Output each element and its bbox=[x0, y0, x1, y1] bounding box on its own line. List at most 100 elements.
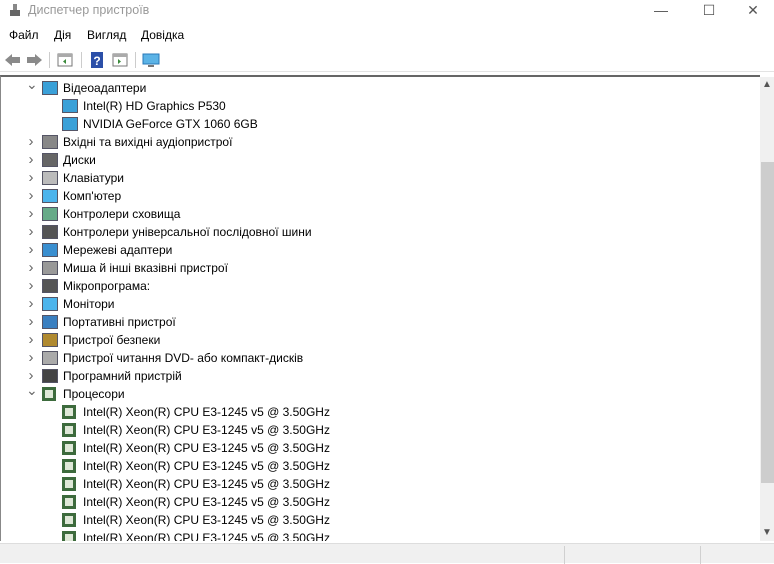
maximize-button[interactable]: ☐ bbox=[686, 0, 732, 22]
scroll-up-button[interactable]: ▲ bbox=[760, 77, 774, 93]
chevron-right-icon[interactable]: › bbox=[26, 205, 36, 223]
tree-item-label: Портативні пристрої bbox=[63, 315, 176, 329]
tree-item[interactable]: Intel(R) Xeon(R) CPU E3-1245 v5 @ 3.50GH… bbox=[1, 511, 741, 529]
menu-file[interactable]: Файл bbox=[9, 28, 39, 42]
processor-icon bbox=[62, 477, 76, 491]
device-manager-icon bbox=[10, 4, 20, 16]
tree-item-label: Intel(R) Xeon(R) CPU E3-1245 v5 @ 3.50GH… bbox=[83, 405, 330, 419]
tree-item-label: Intel(R) Xeon(R) CPU E3-1245 v5 @ 3.50GH… bbox=[83, 423, 330, 437]
close-button[interactable]: ✕ bbox=[730, 0, 774, 22]
tree-item[interactable]: Intel(R) Xeon(R) CPU E3-1245 v5 @ 3.50GH… bbox=[1, 421, 741, 439]
network-icon bbox=[42, 243, 58, 257]
chevron-right-icon[interactable]: › bbox=[26, 259, 36, 277]
scroll-down-button[interactable]: ▼ bbox=[760, 525, 774, 541]
toolbar-separator bbox=[49, 52, 50, 68]
menu-bar: Файл Дія Вигляд Довідка bbox=[0, 26, 774, 46]
tree-item-label: Контролери універсальної послідовної шин… bbox=[63, 225, 312, 239]
dvd-icon bbox=[42, 351, 58, 365]
chevron-right-icon[interactable]: › bbox=[26, 295, 36, 313]
chevron-right-icon[interactable]: › bbox=[26, 277, 36, 295]
minimize-button[interactable]: — bbox=[638, 0, 684, 22]
tree-item[interactable]: › Пристрої безпеки bbox=[1, 331, 741, 349]
help-icon[interactable]: ? bbox=[88, 51, 106, 69]
processor-icon bbox=[42, 387, 56, 401]
menu-action[interactable]: Дія bbox=[54, 28, 71, 42]
processor-icon bbox=[62, 459, 76, 473]
tree-item[interactable]: › Клавіатури bbox=[1, 169, 741, 187]
tree-item[interactable]: Intel(R) Xeon(R) CPU E3-1245 v5 @ 3.50GH… bbox=[1, 493, 741, 511]
tree-item[interactable]: › Програмний пристрій bbox=[1, 367, 741, 385]
tree-item[interactable]: Intel(R) Xeon(R) CPU E3-1245 v5 @ 3.50GH… bbox=[1, 439, 741, 457]
tree-item[interactable]: › Мікропрограма: bbox=[1, 277, 741, 295]
chevron-down-icon[interactable]: ⌄ bbox=[26, 77, 38, 93]
tree-item-label: Intel(R) Xeon(R) CPU E3-1245 v5 @ 3.50GH… bbox=[83, 513, 330, 527]
tree-item[interactable]: › Контролери універсальної послідовної ши… bbox=[1, 223, 741, 241]
status-divider bbox=[564, 546, 565, 564]
tree-item[interactable]: › Вхідні та вихідні аудіопристрої bbox=[1, 133, 741, 151]
chevron-right-icon[interactable]: › bbox=[26, 349, 36, 367]
tree-item[interactable]: › Диски bbox=[1, 151, 741, 169]
scrollbar-thumb[interactable] bbox=[761, 162, 774, 483]
usb-icon bbox=[42, 225, 58, 239]
chevron-right-icon[interactable]: › bbox=[26, 241, 36, 259]
tree-item[interactable]: › Комп'ютер bbox=[1, 187, 741, 205]
chevron-right-icon[interactable]: › bbox=[26, 313, 36, 331]
security-device-icon bbox=[42, 333, 58, 347]
tree-item[interactable]: › Портативні пристрої bbox=[1, 313, 741, 331]
computer-icon bbox=[42, 189, 58, 203]
menu-help[interactable]: Довідка bbox=[141, 28, 184, 42]
tree-item-label: Intel(R) Xeon(R) CPU E3-1245 v5 @ 3.50GH… bbox=[83, 531, 330, 541]
view-icon[interactable] bbox=[111, 51, 129, 69]
tree-item[interactable]: Intel(R) Xeon(R) CPU E3-1245 v5 @ 3.50GH… bbox=[1, 529, 741, 541]
portable-device-icon bbox=[42, 315, 58, 329]
monitor-icon bbox=[42, 297, 58, 311]
tree-item-label: Монітори bbox=[63, 297, 115, 311]
keyboard-icon bbox=[42, 171, 58, 185]
tree-item[interactable]: › Мережеві адаптери bbox=[1, 241, 741, 259]
speaker-icon bbox=[42, 135, 58, 149]
title-bar: Диспетчер пристроїв — ☐ ✕ bbox=[0, 0, 774, 22]
tree-item[interactable]: ⌄ Відеоадаптери bbox=[1, 77, 741, 97]
processor-icon bbox=[62, 531, 76, 541]
chevron-right-icon[interactable]: › bbox=[26, 331, 36, 349]
mouse-icon bbox=[42, 261, 58, 275]
tree-item-label: Пристрої безпеки bbox=[63, 333, 161, 347]
monitor-scan-icon[interactable] bbox=[142, 51, 160, 69]
tree-item-label: Intel(R) Xeon(R) CPU E3-1245 v5 @ 3.50GH… bbox=[83, 441, 330, 455]
forward-icon[interactable] bbox=[25, 51, 43, 69]
back-icon[interactable] bbox=[4, 51, 22, 69]
chevron-down-icon[interactable]: ⌄ bbox=[26, 381, 38, 399]
display-adapter-icon bbox=[62, 99, 78, 113]
tree-item-label: Відеоадаптери bbox=[63, 81, 147, 95]
tree-item[interactable]: › Миша й інші вказівні пристрої bbox=[1, 259, 741, 277]
tree-item[interactable]: Intel(R) Xeon(R) CPU E3-1245 v5 @ 3.50GH… bbox=[1, 457, 741, 475]
chevron-right-icon[interactable]: › bbox=[26, 151, 36, 169]
device-tree[interactable]: ⌄ Відеоадаптери Intel(R) HD Graphics P530 N… bbox=[0, 75, 760, 541]
processor-icon bbox=[62, 495, 76, 509]
tree-item[interactable]: NVIDIA GeForce GTX 1060 6GB bbox=[1, 115, 741, 133]
chevron-right-icon[interactable]: › bbox=[26, 187, 36, 205]
vertical-scrollbar[interactable]: ▲ ▼ bbox=[760, 77, 774, 541]
tree-item-label: Диски bbox=[63, 153, 96, 167]
chevron-right-icon[interactable]: › bbox=[26, 169, 36, 187]
tree-item-label: Intel(R) Xeon(R) CPU E3-1245 v5 @ 3.50GH… bbox=[83, 495, 330, 509]
tree-item[interactable]: › Пристрої читання DVD- або компакт-дискі… bbox=[1, 349, 741, 367]
processor-icon bbox=[62, 513, 76, 527]
tree-item-label: Процесори bbox=[63, 387, 125, 401]
tree-item[interactable]: Intel(R) Xeon(R) CPU E3-1245 v5 @ 3.50GH… bbox=[1, 403, 741, 421]
tree-item[interactable]: › Монітори bbox=[1, 295, 741, 313]
tree-item[interactable]: Intel(R) HD Graphics P530 bbox=[1, 97, 741, 115]
menu-view[interactable]: Вигляд bbox=[87, 28, 126, 42]
properties-icon[interactable] bbox=[56, 51, 74, 69]
status-divider bbox=[700, 546, 701, 564]
status-bar bbox=[0, 543, 774, 564]
tree-item[interactable]: ⌄ Процесори bbox=[1, 382, 741, 403]
toolbar: ? bbox=[0, 48, 774, 72]
tree-item-label: Комп'ютер bbox=[63, 189, 122, 203]
tree-item[interactable]: Intel(R) Xeon(R) CPU E3-1245 v5 @ 3.50GH… bbox=[1, 475, 741, 493]
chevron-right-icon[interactable]: › bbox=[26, 133, 36, 151]
toolbar-separator bbox=[135, 52, 136, 68]
chevron-right-icon[interactable]: › bbox=[26, 223, 36, 241]
tree-item-label: Вхідні та вихідні аудіопристрої bbox=[63, 135, 233, 149]
tree-item[interactable]: › Контролери сховища bbox=[1, 205, 741, 223]
